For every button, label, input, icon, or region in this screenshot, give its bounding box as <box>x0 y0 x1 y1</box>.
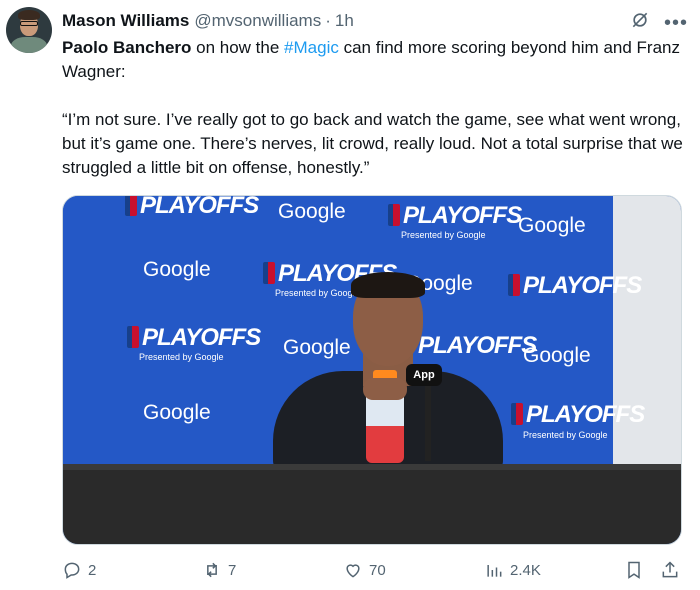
google-logo: Google <box>283 336 351 359</box>
share-icon <box>662 561 678 578</box>
bookmark-button[interactable] <box>624 560 644 580</box>
playoffs-logo: PLAYOFFS <box>511 401 645 429</box>
like-count: 70 <box>369 561 386 579</box>
microphone-stand <box>425 386 431 461</box>
grok-icon[interactable] <box>630 10 650 35</box>
views-button[interactable]: 2.4K <box>484 560 541 580</box>
reply-button[interactable]: 2 <box>62 560 96 580</box>
repost-button[interactable]: 7 <box>202 560 236 580</box>
reply-count: 2 <box>88 561 97 579</box>
more-icon[interactable]: ••• <box>664 13 688 33</box>
bottle-label <box>366 396 404 426</box>
press-table-edge <box>63 464 681 470</box>
views-icon <box>487 565 502 577</box>
tweet-media-image[interactable]: PLAYOFFS Google PLAYOFFS Presented by Go… <box>62 195 682 545</box>
press-table <box>63 464 681 544</box>
tweet-top-actions: ••• <box>630 10 688 35</box>
view-count: 2.4K <box>510 561 541 579</box>
tweet[interactable]: Mason Williams @mvsonwilliams · 1h ••• P… <box>0 0 700 590</box>
like-button[interactable]: 70 <box>343 560 386 580</box>
tweet-text-part: on how the <box>191 38 285 57</box>
presented-by-text: Presented by Google <box>401 230 486 240</box>
presented-by-text: Presented by Google <box>275 288 360 298</box>
presented-by-text: Presented by Google <box>139 352 224 362</box>
google-logo: Google <box>143 258 211 281</box>
tweet-header: Mason Williams @mvsonwilliams · 1h <box>62 10 354 32</box>
mention-text: Paolo Banchero <box>62 38 192 57</box>
author-avatar[interactable] <box>6 7 52 53</box>
bookmark-icon <box>628 561 640 579</box>
google-logo: Google <box>523 344 591 367</box>
hashtag-link[interactable]: #Magic <box>284 38 339 57</box>
tweet-text: Paolo Banchero on how the #Magic can fin… <box>62 36 687 180</box>
author-handle[interactable]: @mvsonwilliams <box>194 11 321 31</box>
presented-by-text: Presented by Google <box>523 430 608 440</box>
speaker-hair <box>351 272 425 298</box>
playoffs-logo: PLAYOFFS <box>125 196 259 220</box>
quote-text: “I’m not sure. I’ve really got to go bac… <box>62 110 683 177</box>
playoffs-logo: PLAYOFFS <box>418 332 537 359</box>
playoffs-logo: PLAYOFFS <box>508 272 642 300</box>
google-logo: Google <box>518 214 586 237</box>
google-logo: Google <box>143 401 211 424</box>
repost-icon <box>207 562 217 578</box>
separator-dot: · <box>325 11 331 30</box>
playoffs-logo: PLAYOFFS <box>127 324 261 352</box>
repost-count: 7 <box>228 561 237 579</box>
speaker-hand <box>363 378 407 400</box>
like-icon <box>346 564 360 578</box>
microphone: App <box>406 364 442 386</box>
google-logo: Google <box>278 200 346 223</box>
share-button[interactable] <box>660 560 680 580</box>
tweet-actions: 2 7 70 2.4K <box>62 560 688 586</box>
playoffs-logo: PLAYOFFS <box>388 202 522 230</box>
author-name[interactable]: Mason Williams <box>62 11 189 31</box>
reply-icon <box>64 562 80 579</box>
tweet-timestamp[interactable]: 1h <box>335 11 354 31</box>
